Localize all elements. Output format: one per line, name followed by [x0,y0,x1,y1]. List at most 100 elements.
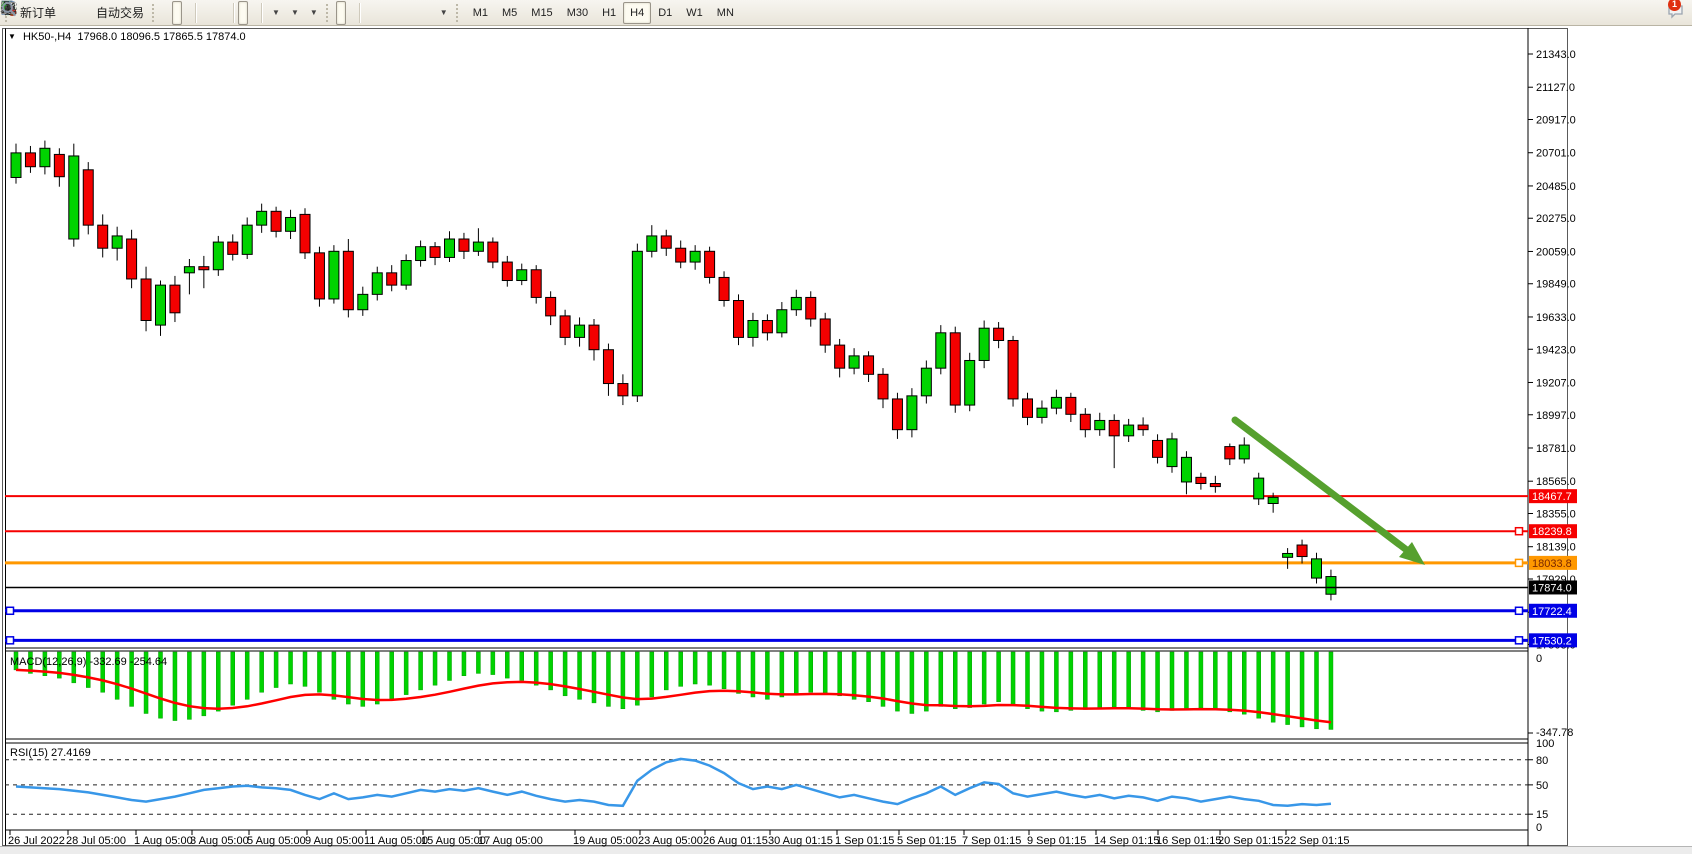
svg-text:18997.0: 18997.0 [1536,410,1576,422]
timeframe-mn-button[interactable]: MN [710,2,741,24]
autotrade-button[interactable]: 自动交易 [91,1,149,25]
toolbar-separator [233,3,235,23]
svg-text:18781.0: 18781.0 [1536,443,1576,455]
svg-text:26 Jul 2022: 26 Jul 2022 [8,835,65,847]
svg-text:20485.0: 20485.0 [1536,181,1576,193]
chevron-down-icon: ▼ [272,8,280,17]
svg-text:1 Aug 05:00: 1 Aug 05:00 [134,835,193,847]
timeframe-w1-button[interactable]: W1 [679,2,710,24]
svg-text:19 Aug 05:00: 19 Aug 05:00 [573,835,638,847]
svg-text:11 Aug 05:00: 11 Aug 05:00 [364,835,428,847]
svg-text:18139.0: 18139.0 [1536,542,1576,554]
tile-windows-button[interactable] [220,1,230,25]
main-toolbar: 新订单 自动交易 [0,0,1692,26]
toolbar-separator [261,3,263,23]
timeframe-m5-button[interactable]: M5 [495,2,524,24]
indicators-button[interactable]: ▼ [266,1,285,25]
timeframe-m15-button[interactable]: M15 [524,2,559,24]
toolbar-separator [195,3,197,23]
fibonacci-tool-button[interactable]: F [404,1,414,25]
svg-text:3 Aug 05:00: 3 Aug 05:00 [190,835,249,847]
timeframe-h4-button[interactable]: H4 [623,2,651,24]
svg-text:5 Sep 01:15: 5 Sep 01:15 [897,835,956,847]
price-chart-canvas[interactable]: 21343.021127.020917.020701.020485.020275… [0,26,1692,854]
arrows-tool-button[interactable]: ▼ [434,1,453,25]
svg-text:23 Aug 05:00: 23 Aug 05:00 [638,835,703,847]
svg-text:30 Aug 01:15: 30 Aug 01:15 [768,835,833,847]
toolbar-grip [152,4,159,22]
chart-window: ▼ HK50-,H4 17968.0 18096.5 17865.5 17874… [0,26,1692,854]
timeframe-m1-button[interactable]: M1 [466,2,495,24]
svg-text:17 Aug 05:00: 17 Aug 05:00 [478,835,543,847]
timeframe-h1-button[interactable]: H1 [595,2,623,24]
vertical-line-tool-button[interactable] [364,1,374,25]
chevron-down-icon: ▼ [440,8,448,17]
rsi-indicator-label: RSI(15) 27.4169 [10,747,91,759]
crosshair-tool-button[interactable] [346,1,356,25]
svg-text:19849.0: 19849.0 [1536,279,1576,291]
svg-text:14 Sep 01:15: 14 Sep 01:15 [1094,835,1159,847]
toolbar-grip [456,4,463,22]
svg-text:21343.0: 21343.0 [1536,49,1576,61]
svg-text:19423.0: 19423.0 [1536,344,1576,356]
svg-text:0: 0 [1536,822,1542,834]
svg-text:15: 15 [1536,809,1548,821]
svg-text:9 Aug 05:00: 9 Aug 05:00 [305,835,364,847]
svg-text:18033.8: 18033.8 [1532,558,1572,570]
window-menu-icon[interactable]: ▼ [8,32,16,41]
new-order-button[interactable]: 新订单 [15,1,61,25]
svg-text:20059.0: 20059.0 [1536,246,1576,258]
svg-text:15 Aug 05:00: 15 Aug 05:00 [421,835,486,847]
line-chart-button[interactable] [182,1,192,25]
bar-chart-button[interactable] [162,1,172,25]
svg-text:19207.0: 19207.0 [1536,377,1576,389]
svg-text:20917.0: 20917.0 [1536,115,1576,127]
profile-button[interactable] [71,1,81,25]
timeframe-m30-button[interactable]: M30 [560,2,595,24]
search-button[interactable] [1656,1,1666,25]
candlestick-chart-button[interactable] [172,1,182,25]
templates-button[interactable]: ▼ [304,1,323,25]
notifications-button[interactable]: 1 [1666,1,1676,25]
svg-text:18565.0: 18565.0 [1536,476,1576,488]
svg-text:80: 80 [1536,755,1548,767]
svg-text:100: 100 [1536,738,1554,750]
svg-text:20 Sep 01:15: 20 Sep 01:15 [1218,835,1283,847]
ohlc-values: 17968.0 18096.5 17865.5 17874.0 [77,31,245,43]
svg-text:18239.8: 18239.8 [1532,526,1572,538]
toolbar-separator [359,3,361,23]
periods-button[interactable]: ▼ [285,1,304,25]
svg-text:17722.4: 17722.4 [1532,606,1572,618]
signals-button[interactable] [81,1,91,25]
svg-text:0: 0 [1536,653,1542,665]
chart-title: ▼ HK50-,H4 17968.0 18096.5 17865.5 17874… [8,31,246,43]
cursor-tool-button[interactable] [336,1,346,25]
svg-text:20701.0: 20701.0 [1536,148,1576,160]
horizontal-line-tool-button[interactable] [374,1,384,25]
label-tool-button[interactable]: T [424,1,434,25]
timeframe-d1-button[interactable]: D1 [651,2,679,24]
svg-text:50: 50 [1536,780,1548,792]
auto-scroll-button[interactable] [238,1,248,25]
svg-text:7 Sep 01:15: 7 Sep 01:15 [962,835,1021,847]
metaeditor-button[interactable] [61,1,71,25]
text-tool-button[interactable]: A [414,1,424,25]
chart-shift-button[interactable] [248,1,258,25]
svg-text:17874.0: 17874.0 [1532,582,1572,594]
svg-text:19633.0: 19633.0 [1536,312,1576,324]
svg-text:18355.0: 18355.0 [1536,508,1576,520]
svg-text:28 Jul 05:00: 28 Jul 05:00 [66,835,126,847]
chevron-down-icon: ▼ [291,8,299,17]
zoom-in-button[interactable] [200,1,210,25]
chevron-down-icon: ▼ [310,8,318,17]
svg-text:18467.7: 18467.7 [1532,491,1572,503]
search-icon [0,0,18,18]
channel-tool-button[interactable]: E [394,1,404,25]
trendline-tool-button[interactable] [384,1,394,25]
svg-text:9 Sep 01:15: 9 Sep 01:15 [1027,835,1086,847]
toolbar-grip [326,4,333,22]
macd-indicator-label: MACD(12,26,9) -332.69 -254.64 [10,656,167,668]
svg-text:1 Sep 01:15: 1 Sep 01:15 [835,835,894,847]
zoom-out-button[interactable] [210,1,220,25]
svg-text:5 Aug 05:00: 5 Aug 05:00 [247,835,306,847]
